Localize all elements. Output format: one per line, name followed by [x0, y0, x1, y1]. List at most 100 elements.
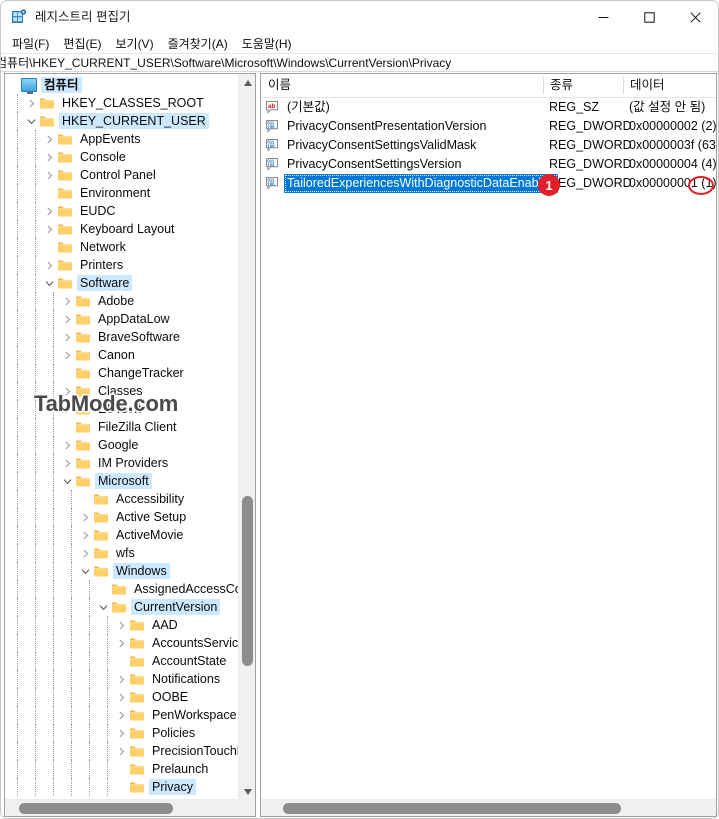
tree-item-windows[interactable]: Windows: [5, 562, 239, 580]
column-divider[interactable]: [543, 77, 544, 94]
chevron-right-icon[interactable]: [113, 724, 129, 742]
tree-item-active-setup[interactable]: Active Setup: [5, 508, 239, 526]
chevron-right-icon[interactable]: [41, 148, 57, 166]
tree-item-label: Software: [77, 275, 133, 291]
address-bar[interactable]: 컴퓨터\HKEY_CURRENT_USER\Software\Microsoft…: [1, 53, 718, 72]
tree-item-accountstate[interactable]: AccountState: [5, 652, 239, 670]
chevron-right-icon[interactable]: [41, 202, 57, 220]
values-horizontal-scrollbar[interactable]: [261, 799, 716, 816]
tree-item-accountsservice[interactable]: AccountsService: [5, 634, 239, 652]
tree-item-environment[interactable]: Environment: [5, 184, 239, 202]
chevron-down-icon[interactable]: [59, 472, 75, 490]
tree-item-hkey-current-user[interactable]: HKEY_CURRENT_USER: [5, 112, 239, 130]
value-row[interactable]: 011 100 PrivacyConsentPresentationVersion R…: [261, 117, 716, 136]
chevron-right-icon[interactable]: [59, 346, 75, 364]
chevron-right-icon[interactable]: [59, 328, 75, 346]
chevron-right-icon[interactable]: [41, 166, 57, 184]
value-name-cell: PrivacyConsentSettingsVersion: [287, 157, 462, 171]
tree-item-eudc[interactable]: EUDC: [5, 202, 239, 220]
tree-item-network[interactable]: Network: [5, 238, 239, 256]
chevron-right-icon[interactable]: [59, 292, 75, 310]
value-row[interactable]: ab (기본값) REG_SZ (값 설정 안 됨): [261, 98, 716, 117]
scroll-up-arrow[interactable]: [239, 74, 255, 91]
chevron-right-icon[interactable]: [41, 256, 57, 274]
folder-icon: [75, 437, 91, 453]
tree-item-console[interactable]: Console: [5, 148, 239, 166]
tree-scroll-thumb[interactable]: [242, 496, 253, 666]
folder-icon: [129, 671, 145, 687]
chevron-down-icon[interactable]: [77, 562, 93, 580]
tree-item-activemovie[interactable]: ActiveMovie: [5, 526, 239, 544]
address-path[interactable]: 컴퓨터\HKEY_CURRENT_USER\Software\Microsoft…: [1, 54, 451, 71]
tree-guide-line: [17, 328, 18, 346]
column-data[interactable]: 데이터: [623, 74, 665, 97]
tree-item-wfs[interactable]: wfs: [5, 544, 239, 562]
chevron-right-icon[interactable]: [77, 526, 93, 544]
tree-item--[interactable]: 컴퓨터: [5, 76, 239, 94]
tree-item-canon[interactable]: Canon: [5, 346, 239, 364]
tree-item-adobe[interactable]: Adobe: [5, 292, 239, 310]
tree-item-hkey-classes-root[interactable]: HKEY_CLASSES_ROOT: [5, 94, 239, 112]
tree-item-accessibility[interactable]: Accessibility: [5, 490, 239, 508]
tree-item-oobe[interactable]: OOBE: [5, 688, 239, 706]
chevron-right-icon[interactable]: [113, 688, 129, 706]
chevron-right-icon[interactable]: [59, 310, 75, 328]
chevron-down-icon[interactable]: [41, 274, 57, 292]
chevron-right-icon[interactable]: [113, 742, 129, 760]
chevron-right-icon[interactable]: [41, 130, 57, 148]
values-hscroll-thumb[interactable]: [283, 803, 621, 814]
chevron-down-icon[interactable]: [95, 598, 111, 616]
minimize-button[interactable]: [580, 1, 626, 33]
menu-view[interactable]: 보기(V): [108, 34, 160, 53]
tree-item-assignedaccessconf[interactable]: AssignedAccessConf: [5, 580, 239, 598]
tree-item-appevents[interactable]: AppEvents: [5, 130, 239, 148]
chevron-right-icon[interactable]: [59, 454, 75, 472]
tree-item-penworkspace[interactable]: PenWorkspace: [5, 706, 239, 724]
tree-item-prelaunch[interactable]: Prelaunch: [5, 760, 239, 778]
tree-item-currentversion[interactable]: CurrentVersion: [5, 598, 239, 616]
scroll-down-arrow[interactable]: [239, 783, 255, 800]
menu-help[interactable]: 도움말(H): [235, 34, 299, 53]
chevron-right-icon[interactable]: [113, 706, 129, 724]
chevron-right-icon[interactable]: [59, 436, 75, 454]
menu-favorites[interactable]: 즐겨찾기(A): [161, 34, 235, 53]
chevron-right-icon[interactable]: [113, 670, 129, 688]
close-button[interactable]: [672, 1, 718, 33]
tree-item-software[interactable]: Software: [5, 274, 239, 292]
tree-item-precisiontouchpa[interactable]: PrecisionTouchPa: [5, 742, 239, 760]
tree-item-bravesoftware[interactable]: BraveSoftware: [5, 328, 239, 346]
value-row[interactable]: 011 100 PrivacyConsentSettingsValidMask REG…: [261, 136, 716, 155]
column-type[interactable]: 종류: [543, 74, 573, 97]
tree-item-appdatalow[interactable]: AppDataLow: [5, 310, 239, 328]
tree-item-microsoft[interactable]: Microsoft: [5, 472, 239, 490]
tree-item-policies[interactable]: Policies: [5, 724, 239, 742]
chevron-right-icon[interactable]: [23, 94, 39, 112]
tree-item-keyboard-layout[interactable]: Keyboard Layout: [5, 220, 239, 238]
tree-item-notifications[interactable]: Notifications: [5, 670, 239, 688]
value-row[interactable]: 011 100 PrivacyConsentSettingsVersion REG_D…: [261, 155, 716, 174]
chevron-right-icon[interactable]: [113, 634, 129, 652]
tree-horizontal-scrollbar[interactable]: [5, 799, 238, 816]
chevron-right-icon[interactable]: [77, 544, 93, 562]
tree-item-filezilla-client[interactable]: FileZilla Client: [5, 418, 239, 436]
tree-item-control-panel[interactable]: Control Panel: [5, 166, 239, 184]
value-row[interactable]: 011 100 TailoredExperiencesWithDiagnosticD…: [261, 174, 716, 193]
tree-item-printers[interactable]: Printers: [5, 256, 239, 274]
tree-item-google[interactable]: Google: [5, 436, 239, 454]
column-name[interactable]: 이름: [261, 74, 291, 97]
menu-file[interactable]: 파일(F): [5, 34, 56, 53]
tree-item-privacy[interactable]: Privacy: [5, 778, 239, 796]
tree-item-aad[interactable]: AAD: [5, 616, 239, 634]
column-divider[interactable]: [623, 77, 624, 94]
folder-icon: [57, 185, 73, 201]
chevron-right-icon[interactable]: [113, 616, 129, 634]
menu-edit[interactable]: 편집(E): [56, 34, 108, 53]
tree-item-changetracker[interactable]: ChangeTracker: [5, 364, 239, 382]
tree-vertical-scrollbar[interactable]: [238, 74, 255, 800]
tree-item-im-providers[interactable]: IM Providers: [5, 454, 239, 472]
chevron-right-icon[interactable]: [41, 220, 57, 238]
maximize-button[interactable]: [626, 1, 672, 33]
chevron-right-icon[interactable]: [77, 508, 93, 526]
chevron-down-icon[interactable]: [23, 112, 39, 130]
tree-hscroll-thumb[interactable]: [19, 803, 173, 814]
